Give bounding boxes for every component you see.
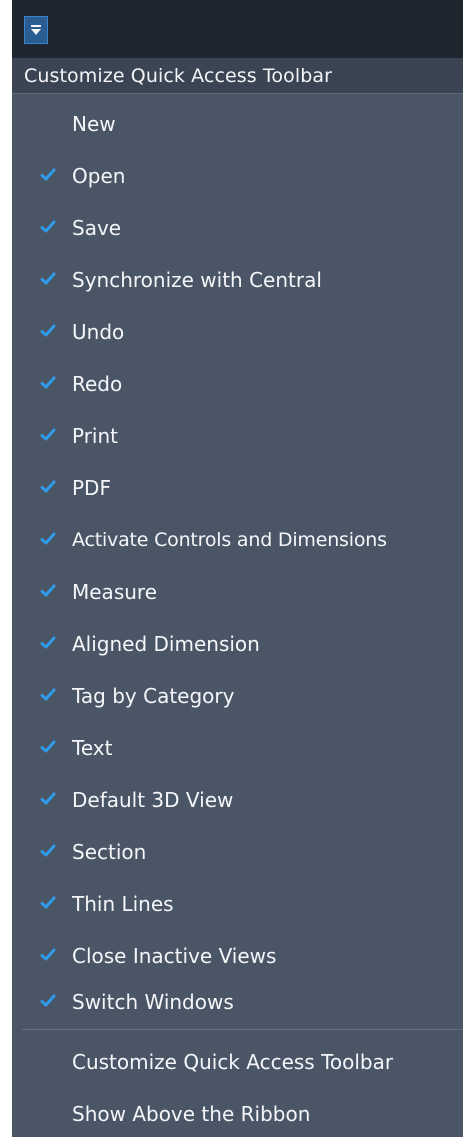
checkmark-icon <box>40 480 56 493</box>
menu-item-aligned-dimension[interactable]: Aligned Dimension <box>12 618 463 670</box>
menu-item-label: Print <box>72 424 119 448</box>
menu-item-label: Section <box>72 840 147 864</box>
menu-item-undo[interactable]: Undo <box>12 306 463 358</box>
menu-item-label: Show Above the Ribbon <box>72 1102 311 1126</box>
menu-item-label: Tag by Category <box>72 684 235 708</box>
checkmark-icon <box>40 376 56 389</box>
menu-item-thin-lines[interactable]: Thin Lines <box>12 878 463 930</box>
check-column <box>12 358 72 410</box>
check-column <box>12 514 72 566</box>
customize-qat-menu: Customize Quick Access Toolbar New Open … <box>12 58 463 1137</box>
menu-item-label: Switch Windows <box>72 990 234 1014</box>
quick-access-toolbar <box>12 0 463 58</box>
check-column <box>12 566 72 618</box>
check-column <box>12 774 72 826</box>
menu-item-print[interactable]: Print <box>12 410 463 462</box>
checkmark-icon <box>40 272 56 285</box>
checkmark-icon <box>40 428 56 441</box>
menu-item-customize-quick-access-toolbar[interactable]: Customize Quick Access Toolbar <box>12 1036 463 1088</box>
menu-item-measure[interactable]: Measure <box>12 566 463 618</box>
check-column <box>12 976 72 1028</box>
check-column <box>12 1088 72 1140</box>
checkmark-icon <box>40 844 56 857</box>
check-column <box>12 150 72 202</box>
checkmark-icon <box>40 168 56 181</box>
checkmark-icon <box>40 688 56 701</box>
customize-qat-dropdown-button[interactable] <box>24 16 48 44</box>
menu-title: Customize Quick Access Toolbar <box>24 64 333 87</box>
checkmark-icon <box>40 532 56 545</box>
menu-item-close-inactive-views[interactable]: Close Inactive Views <box>12 930 463 982</box>
chevron-down-icon <box>31 29 41 35</box>
menu-item-label: Redo <box>72 372 123 396</box>
check-column <box>12 618 72 670</box>
checkmark-icon <box>40 994 56 1007</box>
menu-item-pdf[interactable]: PDF <box>12 462 463 514</box>
dropdown-bar-icon <box>31 25 41 27</box>
menu-item-text[interactable]: Text <box>12 722 463 774</box>
checkmark-icon <box>40 948 56 961</box>
check-column <box>12 722 72 774</box>
menu-item-new[interactable]: New <box>12 98 463 150</box>
checkmark-icon <box>40 584 56 597</box>
menu-item-label: Open <box>72 164 126 188</box>
menu-item-tag-by-category[interactable]: Tag by Category <box>12 670 463 722</box>
menu-item-label: Default 3D View <box>72 788 234 812</box>
menu-item-label: Activate Controls and Dimensions <box>72 529 387 551</box>
menu-item-label: Text <box>72 736 113 760</box>
menu-item-open[interactable]: Open <box>12 150 463 202</box>
menu-separator <box>22 1029 463 1030</box>
menu-item-label: Measure <box>72 580 157 604</box>
menu-item-synchronize-with-central[interactable]: Synchronize with Central <box>12 254 463 306</box>
check-column <box>12 410 72 462</box>
menu-item-label: Aligned Dimension <box>72 632 260 656</box>
check-column <box>12 878 72 930</box>
menu-item-show-above-the-ribbon[interactable]: Show Above the Ribbon <box>12 1088 463 1140</box>
menu-item-label: Synchronize with Central <box>72 268 322 292</box>
check-column <box>12 202 72 254</box>
app-window: Customize Quick Access Toolbar New Open … <box>0 0 463 1137</box>
menu-item-default-3d-view[interactable]: Default 3D View <box>12 774 463 826</box>
menu-item-save[interactable]: Save <box>12 202 463 254</box>
check-column <box>12 462 72 514</box>
check-column <box>12 826 72 878</box>
menu-item-label: New <box>72 112 116 136</box>
menu-item-section[interactable]: Section <box>12 826 463 878</box>
check-column <box>12 930 72 982</box>
check-column <box>12 306 72 358</box>
checkmark-icon <box>40 636 56 649</box>
menu-item-label: Thin Lines <box>72 892 174 916</box>
checkmark-icon <box>40 324 56 337</box>
menu-item-label: Customize Quick Access Toolbar <box>72 1050 394 1074</box>
menu-item-label: PDF <box>72 476 111 500</box>
check-column <box>12 98 72 150</box>
checkmark-icon <box>40 792 56 805</box>
menu-item-switch-windows[interactable]: Switch Windows <box>12 976 463 1028</box>
menu-item-label: Undo <box>72 320 125 344</box>
menu-item-redo[interactable]: Redo <box>12 358 463 410</box>
checkmark-icon <box>40 740 56 753</box>
menu-header: Customize Quick Access Toolbar <box>12 58 463 94</box>
check-column <box>12 1036 72 1088</box>
menu-item-label: Close Inactive Views <box>72 944 277 968</box>
check-column <box>12 254 72 306</box>
checkmark-icon <box>40 220 56 233</box>
menu-item-label: Save <box>72 216 122 240</box>
check-column <box>12 670 72 722</box>
menu-item-activate-controls-and-dimensions[interactable]: Activate Controls and Dimensions <box>12 514 463 566</box>
checkmark-icon <box>40 896 56 909</box>
